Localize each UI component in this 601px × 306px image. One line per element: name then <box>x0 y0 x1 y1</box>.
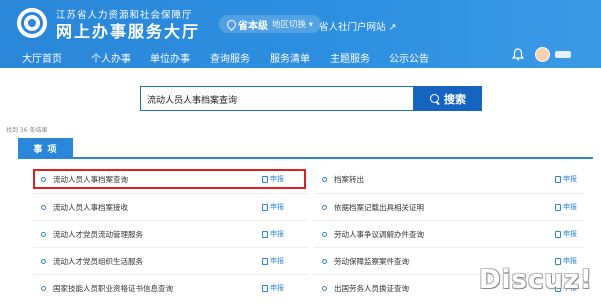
bullet-icon <box>322 231 327 237</box>
document-icon <box>262 203 268 211</box>
bullet-icon <box>41 204 46 210</box>
bullet-icon <box>41 258 46 264</box>
list-item[interactable]: 劳动人事争议调解办件查询 <box>322 227 424 241</box>
bullet-icon <box>41 285 46 291</box>
item-label[interactable]: 国家技能人员职业资格证书信息查询 <box>53 283 173 294</box>
apply-button[interactable]: 申报 <box>555 229 577 239</box>
list-item[interactable]: 国家技能人员职业资格证书信息查询 <box>41 281 173 295</box>
nav-item-theme[interactable]: 主题服务 <box>330 50 370 65</box>
nav-item-home[interactable]: 大厅首页 <box>22 50 62 65</box>
nav-item-personal[interactable]: 个人办事 <box>91 50 131 65</box>
result-count: 找到 36 条结果 <box>6 127 48 134</box>
list-item[interactable]: 劳动保障监察案件查询 <box>322 254 409 268</box>
document-icon <box>555 257 561 265</box>
document-icon <box>262 230 268 238</box>
page: 江苏省人力资源和社会保障厅 网上办事服务大厅 省本级 地区切换 ▾ 省人社门户网… <box>0 0 601 306</box>
search-input-value: 流动人员人事档案查询 <box>147 96 238 106</box>
divider <box>314 247 584 248</box>
nav-item-unit[interactable]: 单位办事 <box>150 50 190 65</box>
bullet-icon <box>322 285 327 291</box>
bullet-icon <box>322 258 327 264</box>
list-item[interactable]: 依据档案记载出具相关证明 <box>322 200 424 214</box>
divider <box>33 220 308 221</box>
region-switcher[interactable]: 省本级 地区切换 ▾ <box>219 15 321 33</box>
bullet-icon <box>322 204 327 210</box>
item-label[interactable]: 流动人才党员流动管理服务 <box>53 229 143 240</box>
apply-button[interactable]: 申报 <box>555 202 577 212</box>
list-item[interactable]: 流动人才党员组织生活服务 <box>41 254 143 268</box>
item-label[interactable]: 出国劳务人员换证查询 <box>334 283 409 294</box>
avatar[interactable] <box>535 47 550 62</box>
document-icon <box>555 175 561 183</box>
item-label[interactable]: 劳动保障监察案件查询 <box>334 256 409 267</box>
bell-icon[interactable] <box>512 48 524 61</box>
bullet-icon <box>322 176 327 182</box>
divider <box>314 193 584 194</box>
tab-underline <box>18 157 593 159</box>
apply-button[interactable]: 申报 <box>262 202 284 212</box>
divider <box>33 193 308 194</box>
list-item[interactable]: 流动人才党员流动管理服务 <box>41 227 143 241</box>
item-label[interactable]: 流动人才党员组织生活服务 <box>53 256 143 267</box>
nav-item-notice[interactable]: 公示公告 <box>389 50 429 65</box>
watermark: Discuz! <box>479 265 593 295</box>
document-icon <box>262 257 268 265</box>
nav-item-query[interactable]: 查询服务 <box>210 50 250 65</box>
search-button[interactable]: 搜索 <box>414 86 482 111</box>
apply-button[interactable]: 申报 <box>262 256 284 266</box>
divider <box>33 274 308 275</box>
tab-items[interactable]: 事 项 <box>18 138 73 159</box>
nav-item-service-list[interactable]: 服务清单 <box>270 50 310 65</box>
document-icon <box>262 284 268 292</box>
document-icon <box>555 230 561 238</box>
search-button-label: 搜索 <box>444 92 466 106</box>
highlight-box <box>33 169 306 189</box>
item-label[interactable]: 劳动人事争议调解办件查询 <box>334 229 424 240</box>
divider <box>314 220 584 221</box>
list-item[interactable]: 档案转出 <box>322 172 364 186</box>
item-label[interactable]: 依据档案记载出具相关证明 <box>334 202 424 213</box>
apply-button[interactable]: 申报 <box>262 229 284 239</box>
divider <box>33 247 308 248</box>
main-nav: 大厅首页 个人办事 单位办事 查询服务 服务清单 主题服务 公示公告 <box>0 45 601 68</box>
region-name: 省本级 <box>238 20 268 32</box>
list-item[interactable]: 流动人员人事档案接收 <box>41 200 128 214</box>
region-switch-label[interactable]: 地区切换 ▾ <box>272 18 313 30</box>
search-input[interactable]: 流动人员人事档案查询 <box>140 86 414 111</box>
apply-button[interactable]: 申报 <box>555 174 577 184</box>
user-name[interactable] <box>555 51 571 58</box>
apply-button[interactable]: 申报 <box>262 283 284 293</box>
search-icon <box>430 93 440 104</box>
site-title[interactable]: 网上办事服务大厅 <box>56 18 200 42</box>
item-label[interactable]: 档案转出 <box>334 174 364 185</box>
portal-link[interactable]: 省人社门户网站 ↗ <box>319 19 396 33</box>
document-icon <box>555 203 561 211</box>
location-pin-icon <box>227 20 234 29</box>
logo-icon[interactable] <box>17 8 47 38</box>
list-item[interactable]: 出国劳务人员换证查询 <box>322 281 409 295</box>
bullet-icon <box>41 231 46 237</box>
item-label[interactable]: 流动人员人事档案接收 <box>53 202 128 213</box>
